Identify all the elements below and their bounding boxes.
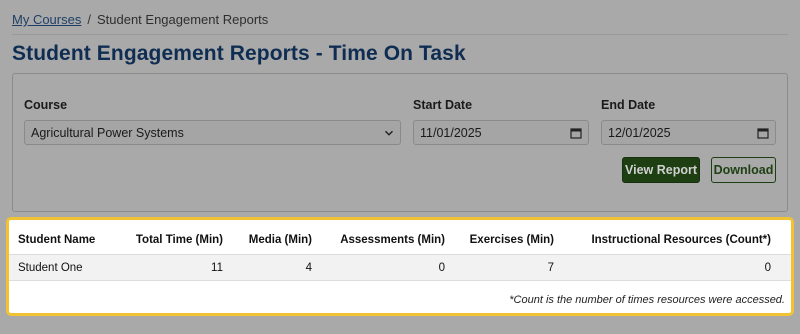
cell-instructional-resources: 0 <box>764 262 771 274</box>
view-report-button[interactable]: View Report <box>622 157 700 183</box>
cell-total-time: 11 <box>211 262 223 274</box>
chevron-down-icon <box>384 130 394 136</box>
start-date-input[interactable]: 11/01/2025 <box>413 120 589 145</box>
cell-media: 4 <box>305 262 312 274</box>
course-select[interactable]: Agricultural Power Systems <box>24 120 401 145</box>
cell-exercises: 7 <box>547 262 554 274</box>
start-date-value: 11/01/2025 <box>420 125 482 140</box>
column-header-student-name[interactable]: Student Name <box>18 227 95 254</box>
end-date-input[interactable]: 12/01/2025 <box>601 120 776 145</box>
table-header-row: Student Name Total Time (Min) Media (Min… <box>9 227 791 254</box>
report-panel: Student Name Total Time (Min) Media (Min… <box>6 217 794 316</box>
start-date-label: Start Date <box>413 98 473 112</box>
table-row: Student One 11 4 0 7 0 <box>9 254 791 281</box>
cell-student-name: Student One <box>18 262 83 274</box>
filter-panel: Course Agricultural Power Systems Start … <box>12 73 788 212</box>
course-select-value: Agricultural Power Systems <box>31 125 184 140</box>
cell-assessments: 0 <box>438 262 445 274</box>
breadcrumb: My Courses / Student Engagement Reports <box>12 12 268 27</box>
end-date-value: 12/01/2025 <box>608 125 671 140</box>
calendar-icon[interactable] <box>757 127 769 139</box>
breadcrumb-link-my-courses[interactable]: My Courses <box>12 12 81 27</box>
page-title: Student Engagement Reports - Time On Tas… <box>12 42 466 65</box>
header-divider <box>12 34 788 35</box>
calendar-icon[interactable] <box>570 127 582 139</box>
column-header-instructional-resources[interactable]: Instructional Resources (Count*) <box>591 227 771 254</box>
column-header-assessments[interactable]: Assessments (Min) <box>340 227 445 254</box>
breadcrumb-separator: / <box>87 12 91 27</box>
end-date-label: End Date <box>601 98 656 112</box>
column-header-exercises[interactable]: Exercises (Min) <box>470 227 554 254</box>
column-header-media[interactable]: Media (Min) <box>249 227 312 254</box>
table-footnote: *Count is the number of times resources … <box>509 294 785 306</box>
breadcrumb-current: Student Engagement Reports <box>96 12 269 27</box>
download-button[interactable]: Download <box>711 157 776 183</box>
course-label: Course <box>24 98 68 112</box>
column-header-total-time[interactable]: Total Time (Min) <box>136 227 223 254</box>
